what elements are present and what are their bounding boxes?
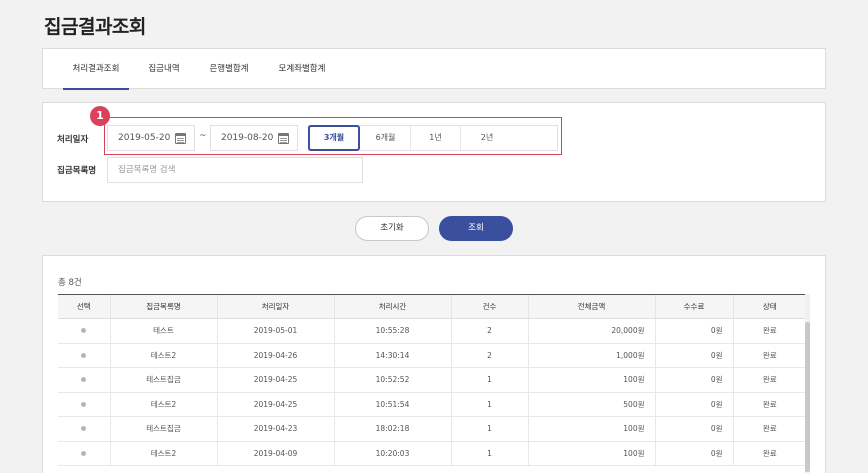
period-2-years[interactable]: 2년	[461, 126, 513, 150]
cell-fee: 0원	[654, 416, 733, 442]
cell-amount: 100원	[527, 416, 655, 442]
cell-amount: 1,000원	[527, 343, 655, 368]
cell-name: 테스트	[109, 318, 217, 344]
cell-status: 완료	[732, 416, 806, 442]
cell-date: 2019-04-09	[216, 441, 334, 466]
select-radio[interactable]	[81, 426, 87, 432]
cell-date: 2019-04-26	[216, 343, 334, 368]
cell-time: 10:51:54	[333, 392, 451, 417]
period-selector: 3개월 6개월 1년 2년	[308, 125, 558, 151]
item-name-search-input[interactable]	[107, 157, 363, 183]
select-radio[interactable]	[81, 377, 87, 383]
cell-name: 테스트2	[109, 441, 217, 466]
cell-amount: 100원	[527, 441, 655, 466]
cell-time: 10:52:52	[333, 367, 451, 393]
column-header: 상태	[732, 294, 806, 319]
cell-amount: 20,000원	[527, 318, 655, 344]
end-date-value: 2019-08-20	[221, 133, 274, 143]
tab-process-result[interactable]: 처리결과조회	[63, 49, 129, 90]
total-count: 총 8건	[58, 278, 82, 288]
cell-status: 완료	[732, 318, 806, 344]
cell-fee: 0원	[654, 367, 733, 393]
tab-bank-total[interactable]: 은행별합계	[201, 49, 257, 89]
cell-status: 완료	[732, 392, 806, 417]
reset-button[interactable]: 초기화	[355, 216, 429, 241]
column-header: 처리일자	[216, 294, 334, 319]
cell-count: 1	[450, 441, 528, 466]
column-header: 처리시간	[333, 294, 451, 319]
filter-panel: 1 처리일자 2019-05-20 ~ 2019-08-20 3개월 6개월 1…	[42, 102, 826, 202]
cell-name: 테스트2	[109, 343, 217, 368]
table-row[interactable]: 테스트 2019-05-01 10:55:28 2 20,000원 0원 완료	[58, 318, 806, 344]
calendar-icon[interactable]	[278, 133, 289, 144]
start-date-field[interactable]: 2019-05-20	[107, 125, 195, 151]
date-separator: ~	[199, 131, 207, 141]
calendar-icon[interactable]	[175, 133, 186, 144]
column-header: 집금목록명	[109, 294, 217, 319]
cell-date: 2019-04-25	[216, 367, 334, 393]
cell-fee: 0원	[654, 441, 733, 466]
cell-time: 10:55:28	[333, 318, 451, 344]
table-row[interactable]: 테스트2 2019-04-25 10:51:54 1 500원 0원 완료	[58, 392, 806, 417]
result-panel: 총 8건 선택 집금목록명 처리일자 처리시간 건수 전체금액 수수료 상태 테…	[42, 255, 826, 473]
cell-date: 2019-05-01	[216, 318, 334, 344]
cell-fee: 0원	[654, 318, 733, 344]
search-button[interactable]: 조회	[439, 216, 513, 241]
table-row[interactable]: 테스트집금 2019-04-25 10:52:52 1 100원 0원 완료	[58, 367, 806, 393]
cell-time: 14:30:14	[333, 343, 451, 368]
tab-collection-history[interactable]: 집금내역	[141, 49, 187, 89]
period-3-months[interactable]: 3개월	[308, 125, 360, 151]
cell-date: 2019-04-23	[216, 416, 334, 442]
start-date-value: 2019-05-20	[118, 133, 171, 143]
end-date-field[interactable]: 2019-08-20	[210, 125, 298, 151]
table-row[interactable]: 테스트2 2019-04-26 14:30:14 2 1,000원 0원 완료	[58, 343, 806, 368]
period-1-year[interactable]: 1년	[411, 126, 461, 150]
table-row[interactable]: 테스트2 2019-04-09 10:20:03 1 100원 0원 완료	[58, 441, 806, 466]
cell-time: 18:02:18	[333, 416, 451, 442]
cell-amount: 100원	[527, 367, 655, 393]
column-header: 건수	[450, 294, 528, 319]
step-badge: 1	[90, 106, 110, 126]
date-label: 처리일자	[57, 135, 89, 145]
cell-status: 완료	[732, 367, 806, 393]
select-radio[interactable]	[81, 352, 87, 358]
cell-count: 1	[450, 416, 528, 442]
result-table: 선택 집금목록명 처리일자 처리시간 건수 전체금액 수수료 상태 테스트 20…	[58, 294, 806, 466]
column-header: 수수료	[654, 294, 733, 319]
cell-count: 2	[450, 343, 528, 368]
cell-count: 1	[450, 392, 528, 417]
cell-fee: 0원	[654, 343, 733, 368]
cell-date: 2019-04-25	[216, 392, 334, 417]
period-6-months[interactable]: 6개월	[361, 126, 411, 150]
select-radio[interactable]	[81, 328, 87, 334]
item-name-label: 집금목록명	[57, 166, 97, 176]
column-header: 전체금액	[527, 294, 655, 319]
cell-status: 완료	[732, 441, 806, 466]
table-scrollbar[interactable]	[805, 294, 810, 473]
cell-fee: 0원	[654, 392, 733, 417]
cell-name: 테스트집금	[109, 367, 217, 393]
tab-bar: 처리결과조회 집금내역 은행별합계 모계좌별합계	[42, 48, 826, 90]
cell-count: 2	[450, 318, 528, 344]
cell-name: 테스트집금	[109, 416, 217, 442]
select-radio[interactable]	[81, 450, 87, 456]
table-row[interactable]: 테스트집금 2019-04-23 18:02:18 1 100원 0원 완료	[58, 416, 806, 442]
cell-amount: 500원	[527, 392, 655, 417]
column-header: 선택	[58, 294, 110, 319]
table-header-row: 선택 집금목록명 처리일자 처리시간 건수 전체금액 수수료 상태	[58, 294, 806, 319]
select-radio[interactable]	[81, 401, 87, 407]
page-title: 집금결과조회	[44, 16, 146, 38]
cell-status: 완료	[732, 343, 806, 368]
cell-count: 1	[450, 367, 528, 393]
tab-parent-account-total[interactable]: 모계좌별합계	[269, 49, 335, 89]
cell-name: 테스트2	[109, 392, 217, 417]
cell-time: 10:20:03	[333, 441, 451, 466]
scroll-thumb[interactable]	[805, 322, 810, 472]
